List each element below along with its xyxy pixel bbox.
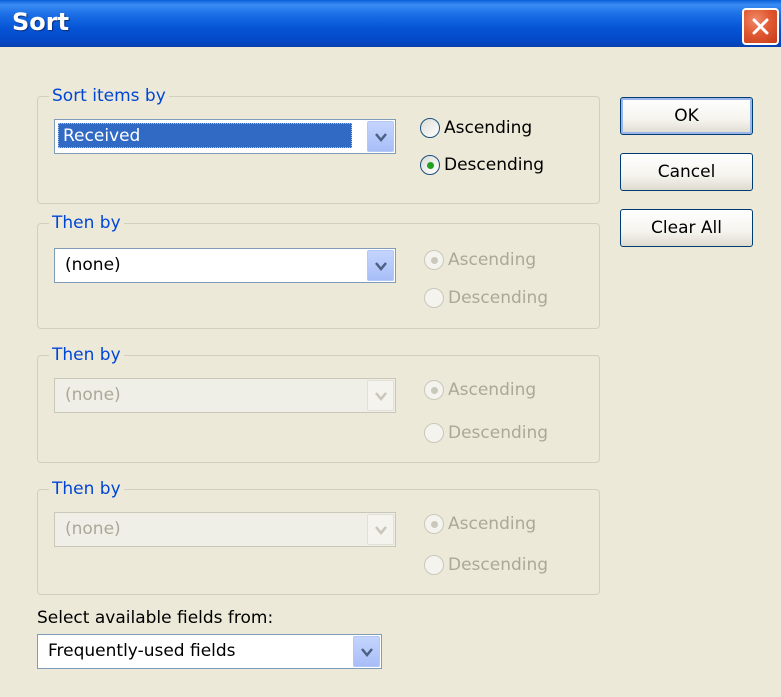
radio-circle (420, 118, 440, 138)
then-by-1-combo[interactable]: (none) (54, 248, 396, 283)
sort-dialog: Sort Sort items by Received Ascending De… (0, 0, 781, 697)
clear-all-button[interactable]: Clear All (620, 209, 753, 247)
radio-selected-dot (427, 162, 434, 169)
radio-circle (424, 555, 444, 575)
then-by-1-descending-label: Descending (448, 288, 549, 308)
cancel-button[interactable]: Cancel (620, 153, 753, 191)
then-by-1-dropdown-button[interactable] (367, 250, 394, 281)
available-fields-dropdown-button[interactable] (353, 636, 380, 667)
radio-circle (424, 423, 444, 443)
then-by-2-legend: Then by (49, 344, 124, 366)
available-fields-combo[interactable]: Frequently-used fields (37, 634, 382, 669)
then-by-group-3: Then by (none) Ascending Descending (37, 478, 600, 595)
then-by-3-legend: Then by (49, 478, 124, 500)
radio-circle (424, 288, 444, 308)
radio-circle (424, 250, 444, 270)
sort-field-dropdown-button[interactable] (367, 121, 394, 152)
then-by-1-ascending-label: Ascending (448, 250, 537, 270)
radio-selected-dot (431, 387, 438, 394)
then-by-3-value: (none) (65, 519, 121, 539)
then-by-group-1: Then by (none) Ascending Descending (37, 212, 600, 329)
then-by-2-descending-label: Descending (448, 423, 549, 443)
close-button[interactable] (742, 8, 779, 45)
ok-button[interactable]: OK (620, 97, 753, 135)
chevron-down-icon (375, 392, 387, 401)
then-by-group-2: Then by (none) Ascending Descending (37, 344, 600, 463)
then-by-3-combo[interactable]: (none) (54, 512, 396, 547)
then-by-2-value: (none) (65, 385, 121, 405)
radio-selected-dot (431, 257, 438, 264)
chevron-down-icon (375, 526, 387, 535)
sort-ascending-label: Ascending (444, 118, 533, 138)
then-by-1-legend: Then by (49, 212, 124, 234)
title-bar[interactable]: Sort (0, 0, 781, 47)
window-title: Sort (12, 8, 70, 36)
sort-field-combo[interactable]: Received (54, 119, 396, 154)
then-by-3-ascending-label: Ascending (448, 514, 537, 534)
available-fields-label: Select available fields from: (37, 608, 274, 628)
radio-circle (420, 155, 440, 175)
close-icon (752, 18, 769, 35)
radio-circle (424, 514, 444, 534)
sort-descending-label: Descending (444, 155, 545, 175)
sort-items-by-legend: Sort items by (49, 85, 169, 107)
available-fields-value: Frequently-used fields (48, 641, 236, 661)
chevron-down-icon (361, 648, 373, 657)
then-by-2-dropdown-button[interactable] (367, 380, 394, 411)
sort-items-by-group: Sort items by Received Ascending Descend… (37, 85, 600, 204)
then-by-2-combo[interactable]: (none) (54, 378, 396, 413)
chevron-down-icon (375, 262, 387, 271)
then-by-2-ascending-label: Ascending (448, 380, 537, 400)
then-by-3-dropdown-button[interactable] (367, 514, 394, 545)
chevron-down-icon (375, 133, 387, 142)
then-by-1-value: (none) (65, 255, 121, 275)
then-by-3-descending-label: Descending (448, 555, 549, 575)
radio-selected-dot (431, 521, 438, 528)
radio-circle (424, 380, 444, 400)
sort-field-value: Received (58, 123, 352, 148)
